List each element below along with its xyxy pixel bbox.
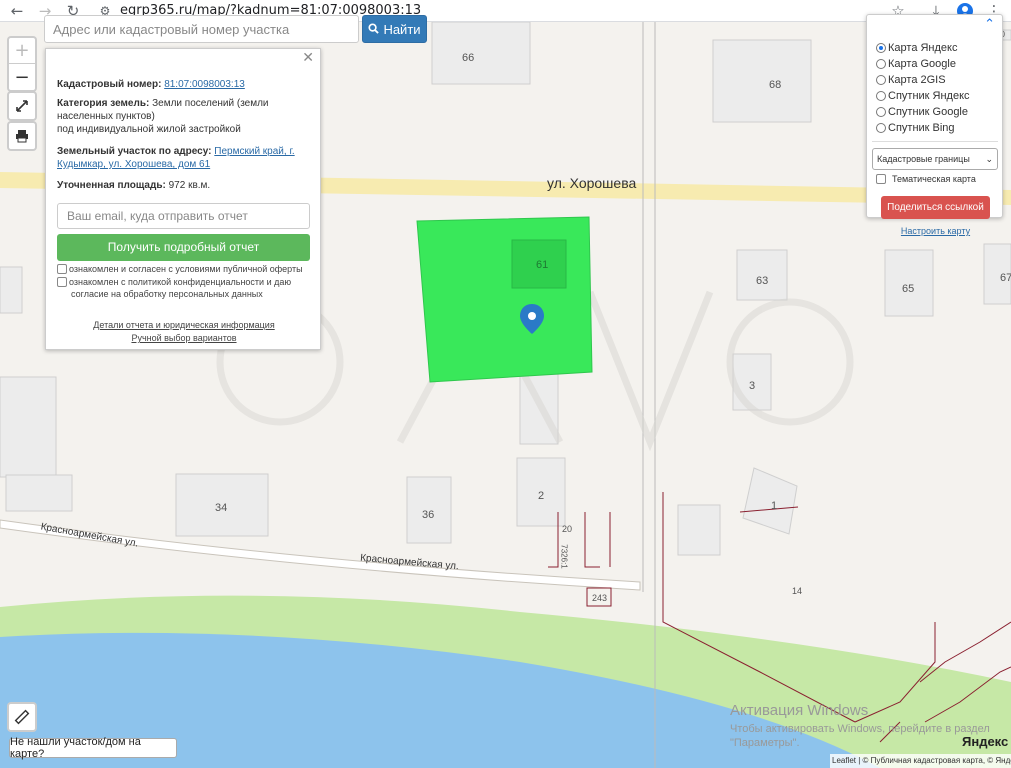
building-1 [742, 467, 798, 535]
building-left-c [0, 266, 23, 314]
privacy-consent-checkbox[interactable] [57, 277, 67, 287]
search-button-label: Найти [383, 21, 421, 37]
address-row: Земельный участок по адресу: Пермский кр… [57, 145, 313, 171]
cadastral-layer-select[interactable]: Кадастровые границы ⌄ [872, 148, 998, 170]
area-row: Уточненная площадь: 972 кв.м. [57, 179, 313, 192]
house-number: 65 [902, 283, 915, 295]
search-button[interactable]: Найти [362, 15, 427, 43]
back-icon[interactable]: ← [7, 1, 27, 21]
share-link-button[interactable]: Поделиться ссылкой [881, 196, 990, 219]
street-label-khorosheva: ул. Хорошева [547, 175, 637, 191]
parcel-number: 7326:1 [559, 544, 569, 569]
layer-option[interactable]: Спутник Google [876, 104, 968, 119]
yandex-logo: Яндекс [962, 734, 1009, 749]
privacy-consent-row: ознакомлен с политикой конфиденциальност… [57, 276, 291, 300]
layer-option-label: Спутник Google [888, 105, 968, 118]
house-number: 61 [536, 259, 549, 271]
layer-option-label: Спутник Яндекс [888, 89, 970, 102]
house-number: 63 [756, 275, 769, 287]
offer-consent-label: ознакомлен и согласен с условиями публич… [69, 264, 303, 274]
thematic-checkbox[interactable] [876, 174, 886, 184]
radio[interactable] [876, 74, 886, 85]
house-number: 34 [215, 502, 228, 514]
house-number: 67 [1000, 272, 1011, 284]
parcel-info-panel: ✕ Кадастровый номер: 81:07:0098003:13 Ка… [45, 48, 321, 350]
area-value: 972 кв.м. [168, 180, 211, 191]
privacy-consent-label: ознакомлен с политикой конфиденциальност… [69, 277, 292, 287]
offer-consent-checkbox[interactable] [57, 264, 67, 274]
fullscreen-control [7, 91, 37, 121]
kadnum-link[interactable]: 81:07:0098003:13 [164, 79, 245, 90]
kadnum-row: Кадастровый номер: 81:07:0098003:13 [57, 78, 313, 91]
layer-option[interactable]: Карта Google [876, 56, 956, 71]
kadnum-label: Кадастровый номер: [57, 79, 162, 90]
parcel-number: 243 [592, 593, 608, 603]
address-link[interactable]: Пермский край, г. [214, 146, 294, 157]
building-68 [712, 39, 812, 123]
email-field[interactable] [57, 203, 310, 229]
house-number: 1 [771, 500, 778, 512]
zoom-in-button[interactable]: + [9, 38, 35, 64]
privacy-consent-label: согласие на обработку персональных данны… [71, 289, 263, 299]
layer-select-value: Кадастровые границы [877, 154, 970, 164]
thematic-label: Тематическая карта [892, 174, 976, 184]
address-label: Земельный участок по адресу: [57, 146, 212, 157]
layer-option[interactable]: Карта Яндекс [876, 40, 957, 55]
radio[interactable] [876, 90, 886, 101]
collapse-chevron-icon[interactable]: ⌃ [984, 17, 995, 32]
report-details-link[interactable]: Детали отчета и юридическая информация [46, 319, 322, 331]
house-number: 14 [792, 586, 803, 596]
radio[interactable] [876, 122, 886, 133]
map-attribution[interactable]: Leaflet | © Публичная кадастровая карта,… [830, 754, 1011, 768]
layers-panel: ⌃ Карта Яндекс Карта Google Карта 2GIS С… [866, 14, 1003, 236]
category-value: под индивидуальной жилой застройкой [57, 124, 241, 135]
layer-option[interactable]: Спутник Bing [876, 120, 955, 135]
not-found-button[interactable]: Не нашли участок/дом на карте? [9, 736, 177, 760]
zoom-control: + − [7, 36, 37, 92]
house-number: 68 [769, 79, 782, 91]
radio[interactable] [876, 106, 886, 117]
setup-map-link[interactable]: Настроить карту [867, 226, 1004, 236]
search-icon [368, 22, 380, 37]
building-left-b [5, 474, 73, 512]
radio[interactable] [876, 58, 886, 69]
layer-option-label: Спутник Bing [888, 121, 955, 134]
house-number: 2 [538, 490, 545, 502]
ruler-icon[interactable] [7, 702, 37, 732]
zoom-out-button[interactable]: − [9, 64, 35, 90]
building-left-1 [677, 504, 721, 556]
address-link[interactable]: Кудымкар, ул. Хорошева, дом 61 [57, 159, 210, 170]
radio-selected[interactable] [876, 42, 886, 53]
house-number: 36 [422, 509, 435, 521]
category-value: населенных пунктов) [57, 111, 155, 122]
print-control [7, 121, 37, 151]
search-input[interactable] [44, 15, 359, 43]
category-row: Категория земель: Земли поселений (земли… [57, 97, 313, 136]
building-left-a [0, 376, 57, 478]
layer-option-label: Карта Яндекс [888, 41, 958, 54]
layer-option[interactable]: Карта 2GIS [876, 72, 946, 87]
house-number: 66 [462, 52, 475, 64]
manual-selection-link[interactable]: Ручной выбор вариантов [46, 332, 322, 344]
area-label: Уточненная площадь: [57, 180, 166, 191]
offer-consent-row: ознакомлен и согласен с условиями публич… [57, 263, 303, 275]
category-value: Земли поселений (земли [152, 98, 269, 109]
get-report-button[interactable]: Получить подробный отчет [57, 234, 310, 261]
house-number: 3 [749, 380, 756, 392]
layer-option[interactable]: Спутник Яндекс [876, 88, 970, 103]
fullscreen-icon[interactable] [9, 93, 35, 119]
divider [872, 141, 998, 142]
building-66 [431, 22, 531, 85]
windows-activation-title: Активация Windows [730, 702, 869, 719]
windows-activation-text: Чтобы активировать Windows, перейдите в … [730, 723, 990, 749]
thematic-map-row[interactable]: Тематическая карта [876, 174, 976, 184]
print-icon[interactable] [9, 123, 35, 149]
layer-option-label: Карта Google [888, 57, 956, 70]
category-label: Категория земель: [57, 98, 150, 109]
layer-option-label: Карта 2GIS [888, 73, 946, 86]
close-icon[interactable]: ✕ [302, 51, 314, 65]
house-number: 20 [562, 524, 573, 534]
chevron-down-icon: ⌄ [985, 153, 993, 164]
